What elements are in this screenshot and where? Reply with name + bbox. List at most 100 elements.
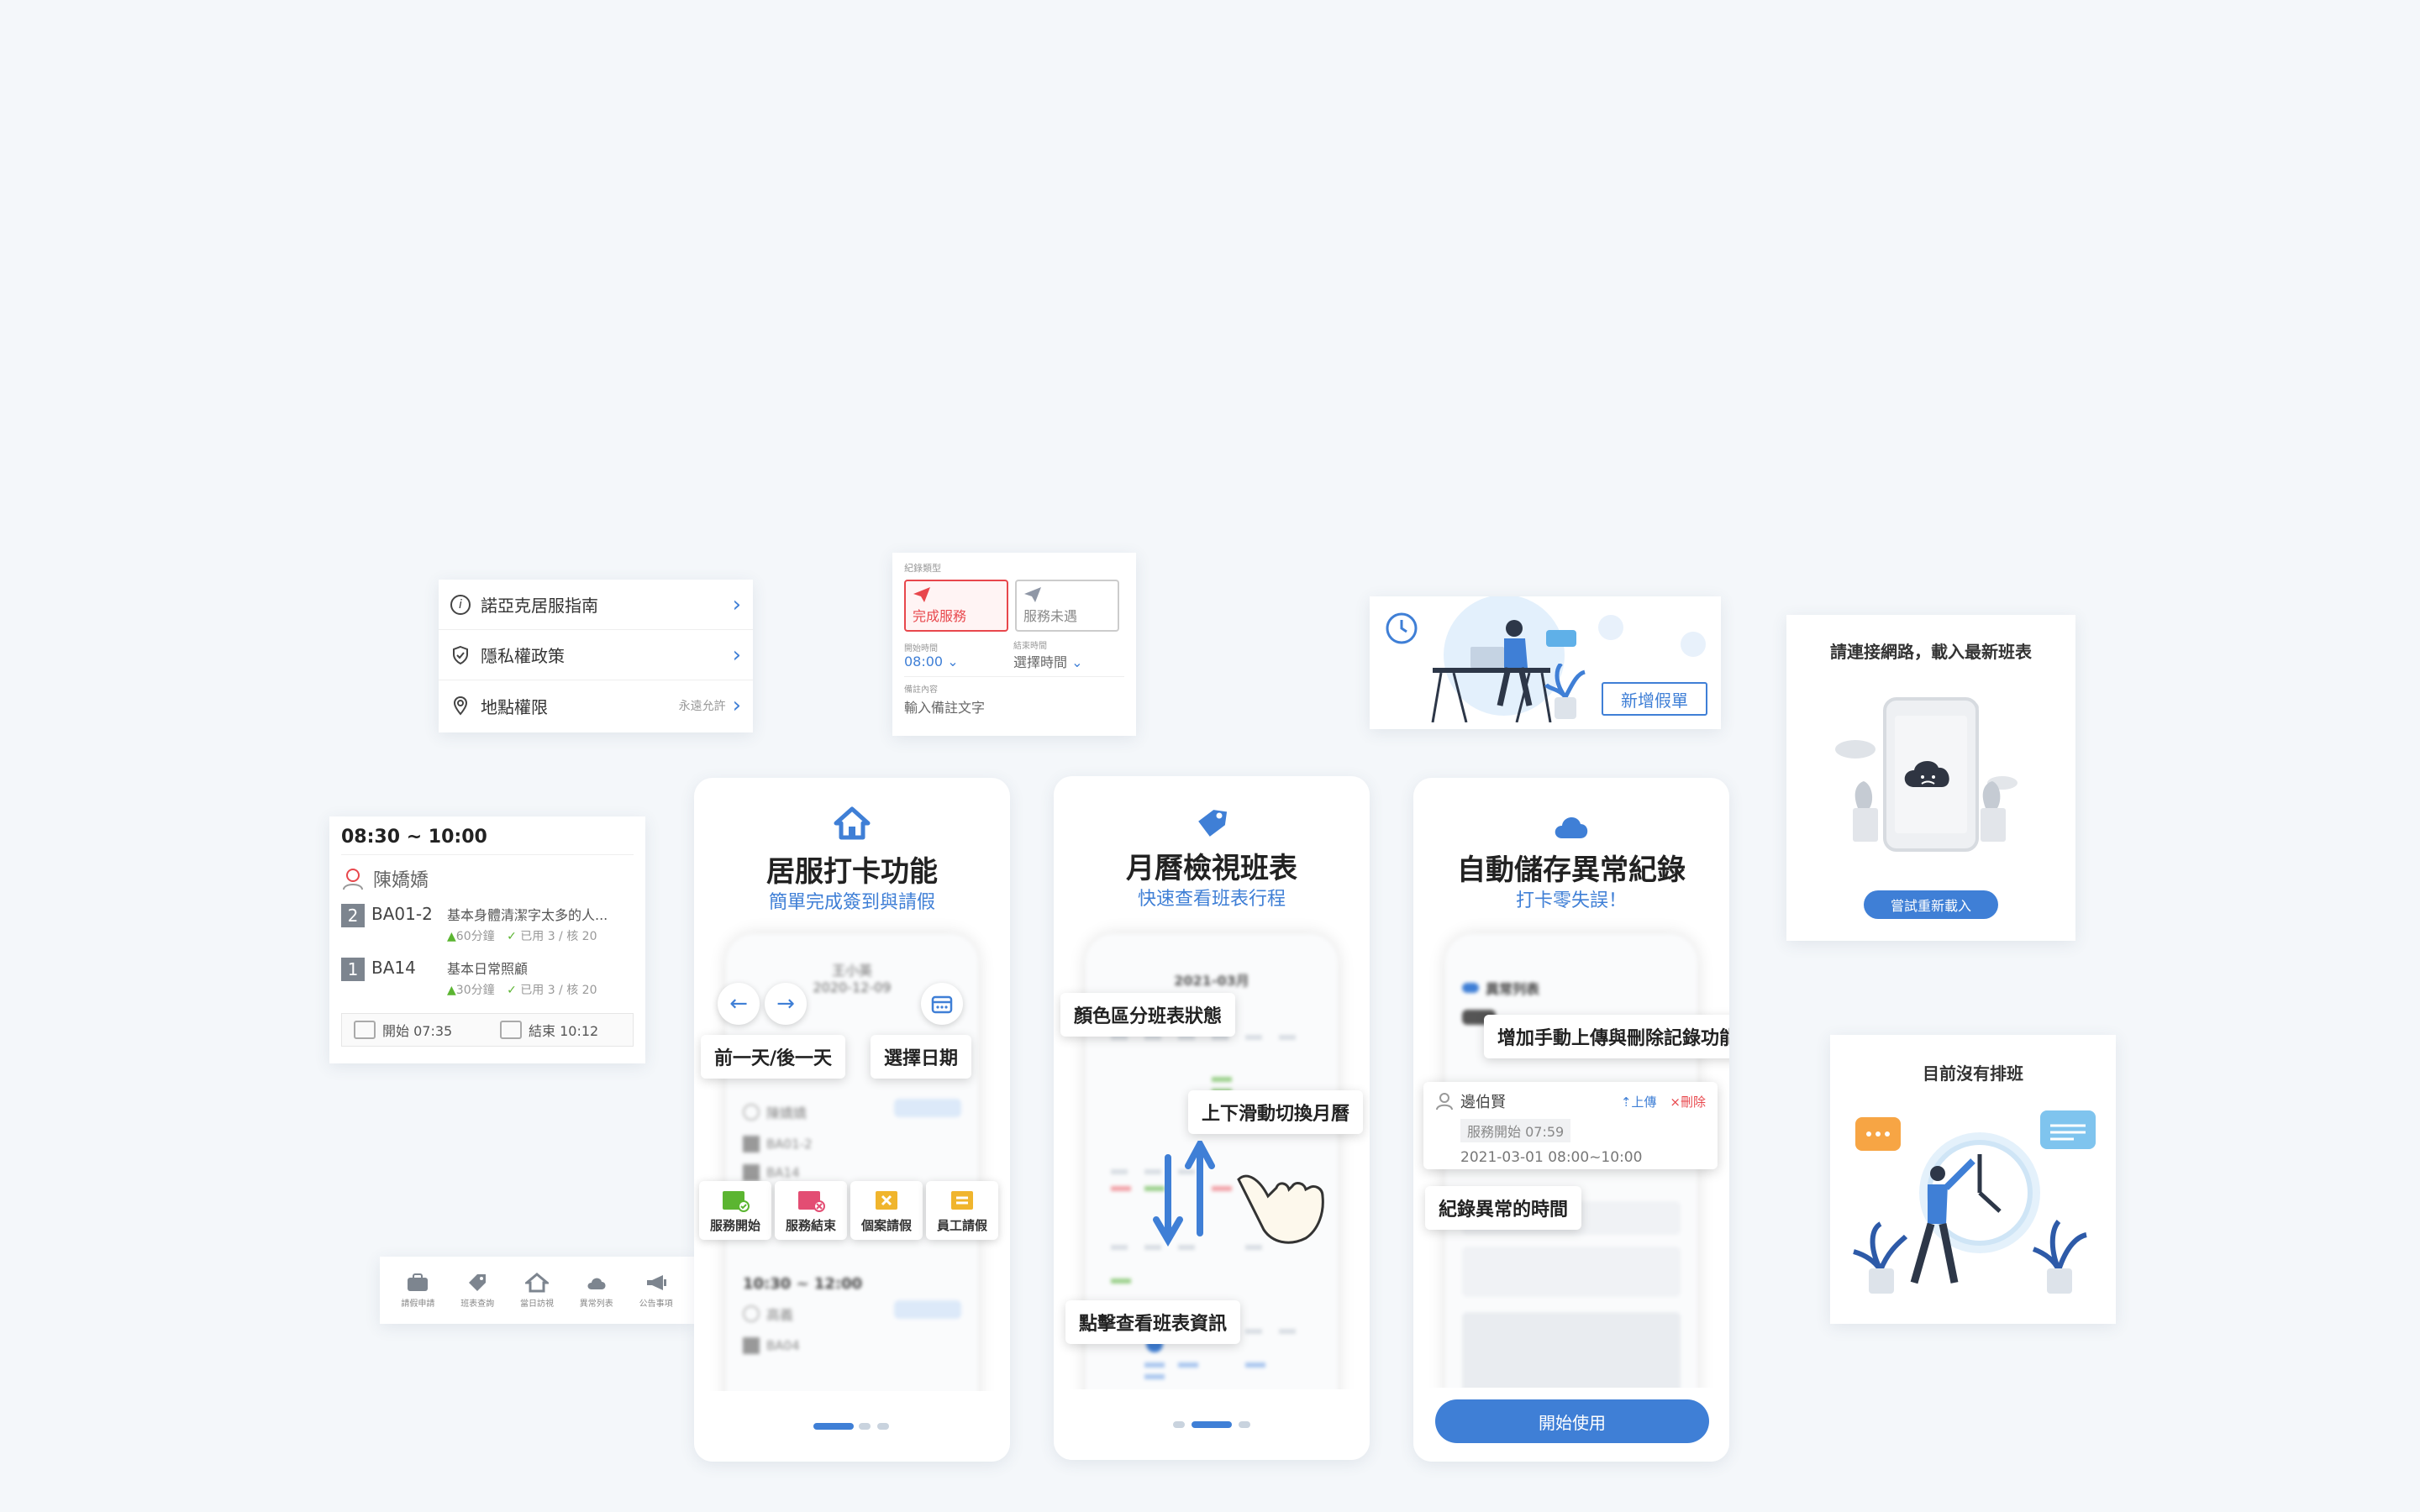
pager-dot[interactable] xyxy=(877,1423,889,1430)
potted-plant-icon xyxy=(1544,664,1586,719)
add-leave-button[interactable]: 新增假單 xyxy=(1602,682,1707,716)
briefcase-icon xyxy=(408,1273,429,1291)
leave-banner-card: 新增假單 xyxy=(1370,596,1721,729)
chevron-right-icon: › xyxy=(732,693,741,718)
service-desc: 基本日常照顧 xyxy=(447,961,529,977)
onboarding-card-exceptions: 自動儲存異常紀錄 打卡零失誤！ 異常列表 增加手動上傳與刪除記錄功能 邊伯賢 ⇡… xyxy=(1413,778,1729,1462)
onboarding-card-checkin: 居服打卡功能 簡單完成簽到與請假 王小英 2020-12-09 陳嬌嬌 BA01… xyxy=(694,778,1010,1462)
pager-dot-active[interactable] xyxy=(813,1423,854,1430)
tooltip-swipe-month: 上下滑動切換月曆 xyxy=(1188,1090,1364,1134)
cloud-icon xyxy=(587,1278,606,1289)
pager-dot[interactable] xyxy=(859,1423,871,1430)
service-end-button[interactable]: 服務結束 xyxy=(775,1181,847,1240)
client-name: 陳嬌嬌 xyxy=(373,870,429,891)
menu-item-label: 隱私權政策 xyxy=(481,646,565,666)
empty-title: 目前沒有排班 xyxy=(1923,1063,2023,1084)
avatar xyxy=(743,1104,760,1121)
service-start-button[interactable]: 服務開始 xyxy=(699,1181,771,1240)
hand-tap-icon xyxy=(1237,1174,1324,1244)
exception-record[interactable]: 邊伯賢 ⇡上傳 ×刪除 服務開始 07:59 2021-03-01 08:00~… xyxy=(1423,1082,1718,1169)
tab-daily-visit[interactable]: 當日訪視 xyxy=(509,1272,565,1309)
pick-date-button[interactable] xyxy=(921,983,963,1025)
pager-dot[interactable] xyxy=(1173,1421,1185,1428)
up-arrow-icon: ▲ xyxy=(447,930,456,943)
card-title: 月曆檢視班表 xyxy=(1126,852,1297,885)
tooltip-record-time: 紀錄異常的時間 xyxy=(1425,1186,1582,1230)
card-title: 居服打卡功能 xyxy=(766,855,938,889)
menu-item-label: 地點權限 xyxy=(481,696,548,717)
staff-leave-icon xyxy=(951,1191,973,1210)
count-badge: 2 xyxy=(341,904,365,927)
service-start-icon xyxy=(723,1191,750,1212)
tab-schedule[interactable]: 班表查詢 xyxy=(450,1273,505,1309)
tab-announcements[interactable]: 公告事項 xyxy=(629,1273,684,1309)
chevron-down-icon: ⌄ xyxy=(947,653,959,669)
tab-exceptions[interactable]: 異常列表 xyxy=(569,1273,624,1309)
service-tag: 服務開始 07:59 xyxy=(1460,1119,1571,1142)
start-time-picker[interactable]: 開始時間 08:00 ⌄ xyxy=(904,641,997,669)
end-time-picker[interactable]: 結束時間 選擇時間 ⌄ xyxy=(1013,638,1106,671)
calendar-icon xyxy=(931,995,953,1014)
onboarding-card-calendar: 月曆檢視班表 快速查看班表行程 2021-03月 顏色區分班表狀態 上下滑動切換… xyxy=(1054,776,1370,1460)
tooltip-pick-date: 選擇日期 xyxy=(871,1035,972,1079)
tooltip-prev-next: 前一天/後一天 xyxy=(701,1035,846,1079)
pager-dot-active[interactable] xyxy=(1192,1421,1232,1428)
service-code: BA14 xyxy=(371,958,416,978)
tag-icon xyxy=(469,1273,487,1291)
upload-icon: ⇡ xyxy=(1620,1094,1632,1110)
option-service-missed[interactable]: 服務未遇 xyxy=(1015,580,1119,632)
empty-clock-illustration xyxy=(1853,1110,2096,1294)
record-type-label: 紀錄類型 xyxy=(904,563,941,574)
schedule-card: 08:30 ~ 10:00 陳嬌嬌 2 BA01-2 基本身體清潔字太多的人..… xyxy=(329,816,645,1063)
user-icon xyxy=(1436,1093,1453,1110)
card-subtitle: 快速查看班表行程 xyxy=(1137,889,1286,910)
upload-button[interactable]: ⇡上傳 xyxy=(1621,1093,1657,1110)
tab-leave-request[interactable]: 請假申請 xyxy=(390,1273,445,1309)
shield-icon xyxy=(453,645,468,664)
menu-item-guide[interactable]: i 諾亞克居服指南 › xyxy=(439,580,753,630)
permission-status: 永遠允許 xyxy=(678,700,726,713)
tooltip-color-status: 顏色區分班表狀態 xyxy=(1060,993,1236,1037)
location-pin-icon xyxy=(453,696,468,716)
check-icon: ✓ xyxy=(507,930,517,943)
card-subtitle: 打卡零失誤！ xyxy=(1515,890,1627,911)
staff-name: 邊伯賢 xyxy=(1460,1094,1506,1111)
service-item: 1 BA14 基本日常照顧 ▲30分鐘 ✓ 已用 3 / 核 20 xyxy=(341,958,634,998)
card-title: 自動儲存異常紀錄 xyxy=(1457,853,1686,887)
offline-title: 請連接網路，載入最新班表 xyxy=(1830,642,2032,662)
service-desc: 基本身體清潔字太多的人... xyxy=(447,907,608,923)
menu-item-privacy[interactable]: 隱私權政策 › xyxy=(439,630,753,680)
cloud-icon xyxy=(1555,816,1588,838)
service-end-icon xyxy=(798,1191,825,1212)
paper-plane-icon xyxy=(1024,587,1041,602)
up-arrow-icon: ▲ xyxy=(447,984,456,997)
pager-dot[interactable] xyxy=(1239,1421,1250,1428)
delete-button[interactable]: ×刪除 xyxy=(1670,1093,1706,1110)
option-service-done[interactable]: 完成服務 xyxy=(904,580,1008,632)
menu-item-location[interactable]: 地點權限 永遠允許 › xyxy=(439,680,753,731)
client-leave-button[interactable]: 個案請假 xyxy=(850,1181,923,1240)
clock-icon xyxy=(1386,612,1418,644)
swipe-arrows-icon xyxy=(1153,1141,1215,1247)
count-badge: 1 xyxy=(341,958,365,981)
staff-leave-button[interactable]: 員工請假 xyxy=(926,1181,998,1240)
check-icon: ✓ xyxy=(507,984,517,997)
home-icon xyxy=(834,806,871,840)
info-circle-icon: i xyxy=(450,594,471,615)
next-day-button[interactable]: → xyxy=(765,983,807,1025)
retry-button[interactable]: 嘗試重新載入 xyxy=(1864,890,1998,919)
note-input[interactable]: 輸入備註文字 xyxy=(904,696,1124,717)
card-subtitle: 簡單完成簽到與請假 xyxy=(768,892,935,913)
tab-bar-card: 請假申請 班表查詢 當日訪視 異常列表 公告事項 xyxy=(380,1257,694,1324)
chevron-right-icon: › xyxy=(732,642,741,668)
service-item: 2 BA01-2 基本身體清潔字太多的人... ▲60分鐘 ✓ 已用 3 / 核… xyxy=(341,904,634,944)
paper-plane-icon xyxy=(913,587,930,602)
start-using-button[interactable]: 開始使用 xyxy=(1435,1399,1709,1443)
close-icon: × xyxy=(1670,1094,1681,1110)
offline-phone-illustration xyxy=(1835,697,2018,852)
prev-day-button[interactable]: ← xyxy=(718,983,760,1025)
client-leave-icon xyxy=(876,1191,897,1210)
chevron-down-icon: ⌄ xyxy=(1071,654,1083,670)
arrow-right-icon: → xyxy=(776,991,795,1016)
settings-menu-card: i 諾亞克居服指南 › 隱私權政策 › 地點權限 永遠允許 › xyxy=(439,580,753,732)
